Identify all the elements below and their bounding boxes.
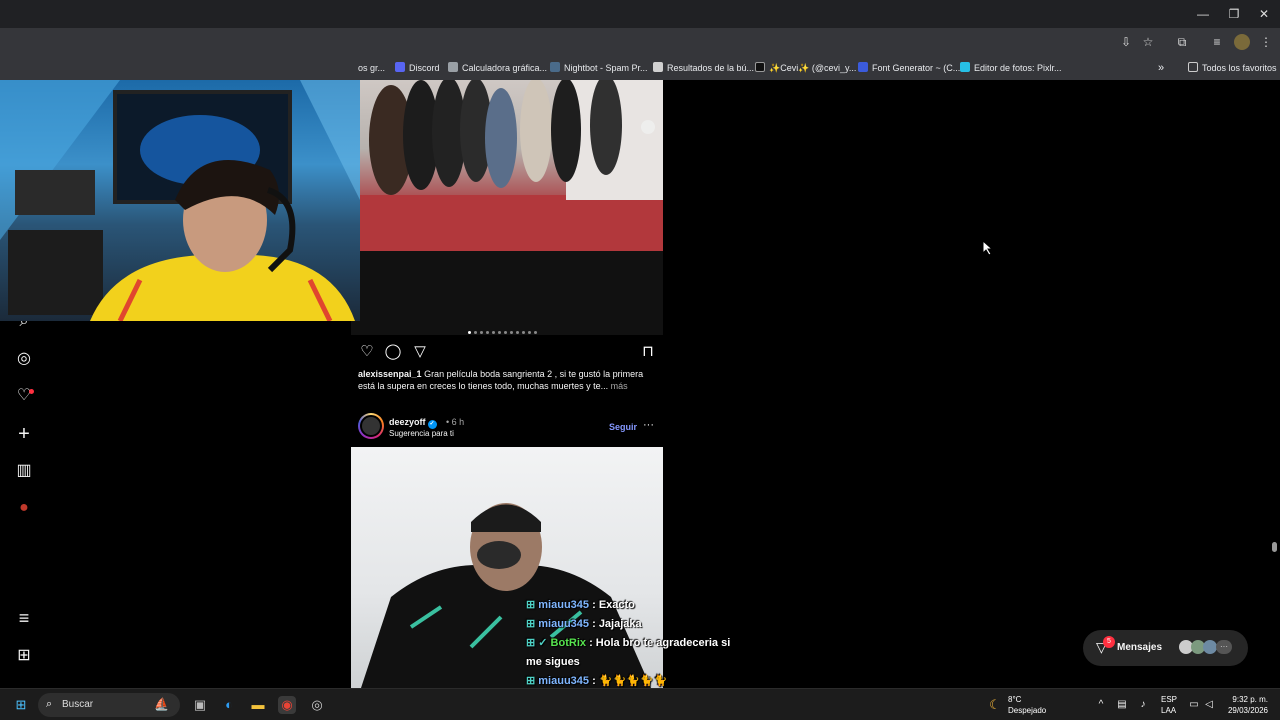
pixlr-icon bbox=[960, 62, 970, 72]
chat-badge-icon: ⊞ bbox=[526, 675, 539, 687]
stream-chat-overlay: ⊞ miauu345 : Exacto ⊞ miauu345 : Jajajak… bbox=[526, 596, 736, 688]
threads-icon[interactable]: ⊞ bbox=[14, 646, 34, 666]
messages-label: Mensajes bbox=[1117, 642, 1163, 653]
discord-icon bbox=[395, 62, 405, 72]
font-generator-icon bbox=[858, 62, 868, 72]
close-window-button[interactable]: ✕ bbox=[1247, 4, 1280, 24]
messages-button[interactable]: ▽ 5 Mensajes ··· bbox=[1083, 630, 1248, 666]
instagram-feed-page: ▶ ▽ 6 ⌕ ◎ ♡ + ▥ ● ≡ ⊞ ♡ ◯ ▽ ⊓ alexissenp… bbox=[0, 80, 1280, 688]
chat-badge-icon: ⊞ ✓ bbox=[526, 637, 551, 649]
taskbar-search-input[interactable]: ⌕ Buscar ⛵ bbox=[38, 693, 180, 717]
edge-icon[interactable]: ◐ bbox=[220, 696, 238, 714]
weather-moon-icon: ☾ bbox=[989, 697, 1001, 712]
obs-icon[interactable]: ◎ bbox=[308, 696, 326, 714]
suggestion-label: Sugerencia para ti bbox=[389, 429, 454, 438]
keyboard-layout[interactable]: LAA bbox=[1161, 706, 1176, 716]
verified-icon: ✓ bbox=[427, 420, 437, 429]
avatar bbox=[1203, 640, 1217, 654]
profile-icon[interactable] bbox=[1234, 34, 1250, 50]
volume-icon[interactable]: ◁ bbox=[1200, 696, 1218, 714]
search-result-icon bbox=[653, 62, 663, 72]
post-username[interactable]: deezyoff ✓ bbox=[389, 417, 437, 429]
notification-dot bbox=[29, 389, 34, 394]
webcam-overlay bbox=[0, 80, 360, 321]
file-explorer-icon[interactable]: ▬ bbox=[249, 696, 267, 714]
task-view-icon[interactable]: ▣ bbox=[191, 696, 209, 714]
post-header: deezyoff ✓ • 6 h Sugerencia para ti Segui… bbox=[358, 413, 663, 441]
tray-app-icon[interactable]: ▤ bbox=[1113, 696, 1131, 714]
share-icon[interactable]: ▽ bbox=[411, 343, 429, 361]
nightbot-icon bbox=[550, 62, 560, 72]
caption-more-link[interactable]: más bbox=[611, 381, 628, 391]
avatar[interactable] bbox=[358, 413, 384, 439]
bookmark-item[interactable]: Resultados de la bú... bbox=[653, 61, 754, 75]
chrome-icon[interactable]: ◉ bbox=[278, 696, 296, 714]
explore-icon[interactable]: ◎ bbox=[14, 349, 34, 369]
mouse-cursor-icon bbox=[982, 240, 994, 256]
like-icon[interactable]: ♡ bbox=[358, 343, 376, 361]
group-photo bbox=[351, 80, 663, 251]
dashboard-icon[interactable]: ▥ bbox=[14, 461, 34, 481]
scrollbar-thumb[interactable] bbox=[1272, 542, 1277, 552]
media-icon[interactable]: ≡ bbox=[1209, 34, 1225, 50]
browser-title-bar: — ❐ ✕ bbox=[0, 0, 1280, 28]
extensions-icon[interactable]: ⧉ bbox=[1174, 34, 1190, 50]
post-image-carousel[interactable] bbox=[351, 80, 663, 251]
weather-description[interactable]: Despejado bbox=[1008, 706, 1046, 716]
chat-badge-icon: ⊞ bbox=[526, 618, 539, 630]
menu-icon[interactable]: ⋮ bbox=[1258, 34, 1274, 50]
chat-message: ⊞ miauu345 : Jajajaka bbox=[526, 618, 642, 630]
maximize-button[interactable]: ❐ bbox=[1217, 4, 1251, 24]
microphone-icon[interactable]: ♪ bbox=[1134, 696, 1152, 714]
bookmark-item[interactable]: Discord bbox=[395, 61, 440, 75]
start-icon[interactable]: ⊞ bbox=[12, 696, 30, 714]
clock-time[interactable]: 9:32 p. m. bbox=[1226, 695, 1268, 705]
caption-username[interactable]: alexissenpai_1 bbox=[358, 369, 422, 379]
follow-button[interactable]: Seguir bbox=[609, 422, 637, 432]
all-favorites-button[interactable]: Todos los favoritos bbox=[1188, 61, 1277, 75]
streamer-webcam bbox=[0, 80, 360, 321]
bookmark-icon[interactable]: ⊓ bbox=[639, 343, 657, 361]
chat-badge-icon: ⊞ bbox=[526, 599, 539, 611]
post-caption: alexissenpai_1 Gran película boda sangri… bbox=[358, 368, 658, 392]
bookmarks-overflow-button[interactable]: » bbox=[1158, 61, 1164, 75]
weather-temp[interactable]: 8°C bbox=[1008, 695, 1021, 705]
search-highlight-icon: ⛵ bbox=[154, 697, 169, 711]
star-icon[interactable]: ☆ bbox=[1140, 34, 1156, 50]
browser-toolbar: ⇩ ☆ ⧉ ≡ ⋮ bbox=[0, 28, 1280, 56]
chat-message: ⊞ miauu345 : Exacto bbox=[526, 599, 635, 611]
bookmark-item[interactable]: ✨Cevi✨ (@cevi_y... bbox=[755, 61, 856, 75]
post-time: • 6 h bbox=[446, 417, 465, 427]
bookmark-item[interactable]: Calculadora gráfica... bbox=[448, 61, 547, 75]
windows-taskbar: ⊞ ⌕ Buscar ⛵ ▣ ◐ ▬ ◉ ◎ ☾ 8°C Despejado ^… bbox=[0, 688, 1280, 720]
bookmarks-bar: os gr... Discord Calculadora gráfica... … bbox=[0, 56, 1280, 80]
messages-count-badge: 5 bbox=[1103, 636, 1115, 648]
chat-message: ⊞ ✓ BotRix : Hola bro te agradeceria si … bbox=[526, 637, 731, 668]
bookmark-item[interactable]: os gr... bbox=[358, 61, 385, 75]
bookmark-item[interactable]: Nightbot - Spam Pr... bbox=[550, 61, 648, 75]
bookmark-item[interactable]: Editor de fotos: Pixlr... bbox=[960, 61, 1062, 75]
clock-date[interactable]: 29/03/2026 bbox=[1226, 706, 1268, 716]
minimize-button[interactable]: — bbox=[1186, 4, 1220, 24]
search-icon: ⌕ bbox=[46, 698, 53, 710]
more-menu-icon[interactable]: ≡ bbox=[14, 608, 34, 628]
comment-icon[interactable]: ◯ bbox=[384, 343, 402, 361]
install-icon[interactable]: ⇩ bbox=[1118, 34, 1134, 50]
more-avatars-icon: ··· bbox=[1216, 640, 1232, 654]
language-code[interactable]: ESP bbox=[1161, 695, 1177, 705]
folder-icon bbox=[1188, 62, 1198, 72]
tiktok-icon bbox=[755, 62, 765, 72]
calculator-icon bbox=[448, 62, 458, 72]
chat-message: ⊞ miauu345 : 🐈🐈🐈🐈🐈 bbox=[526, 675, 668, 687]
create-icon[interactable]: + bbox=[14, 424, 34, 444]
search-placeholder: Buscar bbox=[62, 699, 94, 710]
profile-avatar-icon[interactable]: ● bbox=[14, 498, 34, 518]
tray-overflow-icon[interactable]: ^ bbox=[1092, 696, 1110, 714]
bookmark-item[interactable]: Font Generator ~ (C... bbox=[858, 61, 960, 75]
post-options-icon[interactable]: ··· bbox=[643, 419, 654, 431]
carousel-indicator bbox=[468, 321, 540, 339]
